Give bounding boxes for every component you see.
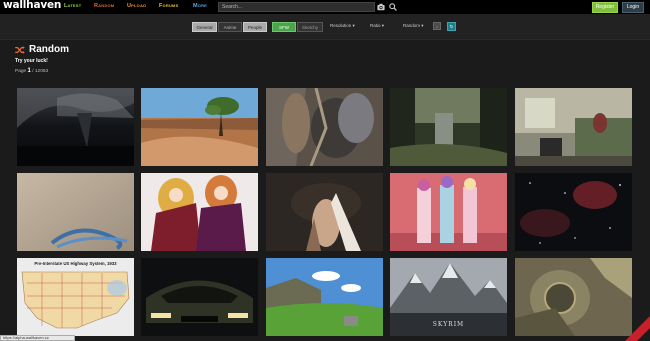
nav-random[interactable]: Random: [94, 3, 114, 9]
page-current: 1: [27, 68, 31, 74]
thumb-image: [17, 173, 134, 251]
page-prefix: Page: [15, 69, 27, 74]
browser-status-bar: https://alpha.wallhaven.cc: [0, 335, 75, 341]
camera-icon[interactable]: [377, 3, 385, 11]
wallpaper-thumb-nebula[interactable]: [515, 173, 632, 251]
corner-ribbon[interactable]: [615, 306, 650, 341]
wallpaper-thumb-cable[interactable]: [17, 173, 134, 251]
caret-down-icon: ▾: [351, 23, 355, 28]
sort-order-button[interactable]: ↓: [433, 22, 441, 30]
nav-upload[interactable]: Upload: [127, 3, 146, 9]
wallpaper-thumb-us-highway-map[interactable]: Pre-Interstate US Highway System, 1933: [17, 258, 134, 336]
category-general-toggle[interactable]: General: [192, 22, 217, 32]
purity-sketchy-toggle[interactable]: Sketchy: [297, 22, 323, 32]
thumb-image: [141, 173, 258, 251]
thumb-image: [266, 173, 383, 251]
thumb-image: [390, 173, 507, 251]
wallpaper-thumb-green-hills[interactable]: [266, 258, 383, 336]
top-nav-bar: wallhaven Latest Random Upload Forums Mo…: [0, 0, 650, 14]
thumb-image: [17, 258, 134, 336]
shuffle-icon: [15, 46, 25, 54]
page-total: 12063: [34, 69, 49, 74]
resolution-label: Resolution: [330, 23, 352, 28]
logo[interactable]: wallhaven: [3, 0, 61, 11]
wallpaper-thumb-canyon-tree[interactable]: [141, 88, 258, 166]
wallpaper-thumb-room-reading[interactable]: [515, 88, 632, 166]
page-subtitle: Try your luck!: [15, 58, 48, 64]
page-title: Random: [29, 44, 69, 55]
wallpaper-thumb-anime-girls[interactable]: [141, 173, 258, 251]
caret-down-icon: ▾: [380, 23, 385, 28]
refresh-button[interactable]: ↻: [447, 22, 456, 31]
thumb-image: [515, 173, 632, 251]
nav-latest[interactable]: Latest: [64, 3, 81, 9]
nav-forums[interactable]: Forums: [159, 3, 178, 9]
nav-more[interactable]: More: [193, 3, 207, 9]
sort-dropdown[interactable]: Random ▾: [403, 23, 424, 32]
thumb-image: [515, 88, 632, 166]
category-anime-toggle[interactable]: Anime: [218, 22, 242, 32]
ratio-label: Ratio: [370, 23, 381, 28]
page-indicator: Page 1 / 12063: [15, 68, 49, 74]
wallpaper-thumb-fantasy-armor[interactable]: [266, 88, 383, 166]
sort-label: Random: [403, 23, 421, 28]
refresh-icon: ↻: [449, 24, 454, 29]
thumb-image: [390, 88, 507, 166]
search-icon[interactable]: [389, 3, 397, 11]
wallpaper-thumb-woman-feathers[interactable]: [266, 173, 383, 251]
wallpaper-thumb-forest-ruins[interactable]: [390, 88, 507, 166]
purity-sfw-toggle[interactable]: SFW: [272, 22, 296, 32]
filter-bar: General Anime People SFW Sketchy Resolut…: [0, 14, 650, 40]
caret-down-icon: ▾: [420, 23, 424, 28]
thumb-image: [17, 88, 134, 166]
thumb-image: [266, 258, 383, 336]
thumb-image: [266, 88, 383, 166]
login-button[interactable]: Login: [622, 2, 644, 13]
resolution-dropdown[interactable]: Resolution ▾: [330, 23, 355, 32]
ratio-dropdown[interactable]: Ratio ▾: [370, 23, 384, 32]
wallpaper-thumb-storm-clouds[interactable]: [17, 88, 134, 166]
arrow-down-icon: ↓: [435, 24, 439, 29]
register-button[interactable]: Register: [592, 2, 618, 13]
thumb-map-title: Pre-Interstate US Highway System, 1933: [34, 261, 117, 266]
category-people-toggle[interactable]: People: [243, 22, 267, 32]
wallpaper-thumb-skyrim-mountains[interactable]: SKYRIM: [390, 258, 507, 336]
thumb-image: [141, 258, 258, 336]
wallpaper-thumb-sports-car[interactable]: [141, 258, 258, 336]
thumb-skyrim-label: SKYRIM: [432, 321, 465, 328]
wallpaper-thumb-anime-trio[interactable]: [390, 173, 507, 251]
search-input[interactable]: [218, 2, 375, 12]
thumb-image: [141, 88, 258, 166]
